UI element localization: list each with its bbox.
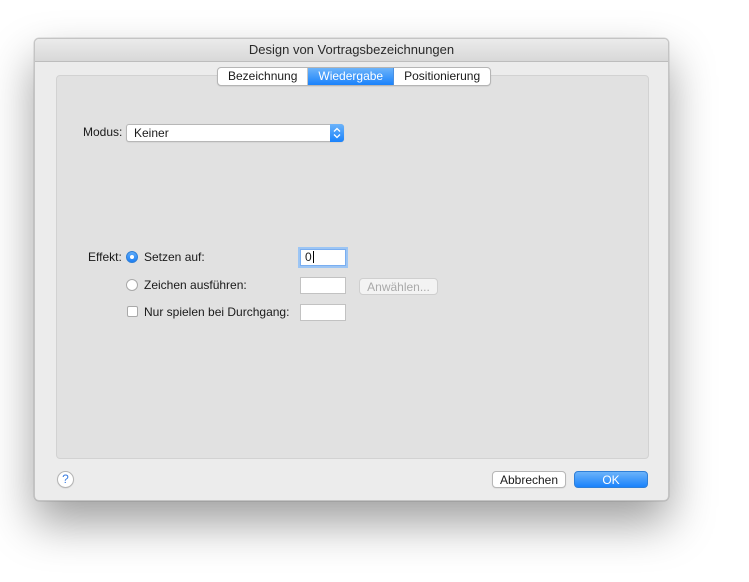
chevron-updown-icon bbox=[330, 124, 344, 142]
help-button[interactable]: ? bbox=[57, 471, 74, 488]
setzen-auf-label: Setzen auf: bbox=[144, 250, 205, 264]
zeichen-ausfuehren-input[interactable] bbox=[300, 277, 346, 294]
setzen-auf-radio[interactable] bbox=[126, 251, 138, 263]
setzen-auf-input[interactable]: 0 bbox=[300, 249, 346, 266]
cancel-button[interactable]: Abbrechen bbox=[492, 471, 566, 488]
dialog-window: Design von Vortragsbezeichnungen Bezeich… bbox=[34, 38, 669, 501]
nur-spielen-checkbox[interactable] bbox=[127, 306, 138, 317]
tab-positionierung[interactable]: Positionierung bbox=[394, 68, 490, 85]
nur-spielen-input[interactable] bbox=[300, 304, 346, 321]
modus-select[interactable]: Keiner bbox=[126, 124, 344, 142]
tab-bar: Bezeichnung Wiedergabe Positionierung bbox=[217, 67, 492, 86]
tab-bezeichnung[interactable]: Bezeichnung bbox=[218, 68, 309, 85]
modus-select-value: Keiner bbox=[134, 126, 169, 140]
effekt-label: Effekt: bbox=[88, 250, 122, 264]
setzen-auf-value: 0 bbox=[305, 250, 312, 264]
ok-button[interactable]: OK bbox=[574, 471, 648, 488]
zeichen-ausfuehren-label: Zeichen ausführen: bbox=[144, 278, 247, 292]
tab-wiedergabe[interactable]: Wiedergabe bbox=[308, 68, 395, 85]
window-title: Design von Vortragsbezeichnungen bbox=[35, 39, 668, 62]
text-caret bbox=[312, 251, 314, 263]
nur-spielen-label: Nur spielen bei Durchgang: bbox=[144, 305, 290, 319]
anwaehlen-button[interactable]: Anwählen... bbox=[359, 278, 438, 295]
zeichen-ausfuehren-radio[interactable] bbox=[126, 279, 138, 291]
modus-label: Modus: bbox=[83, 125, 123, 139]
